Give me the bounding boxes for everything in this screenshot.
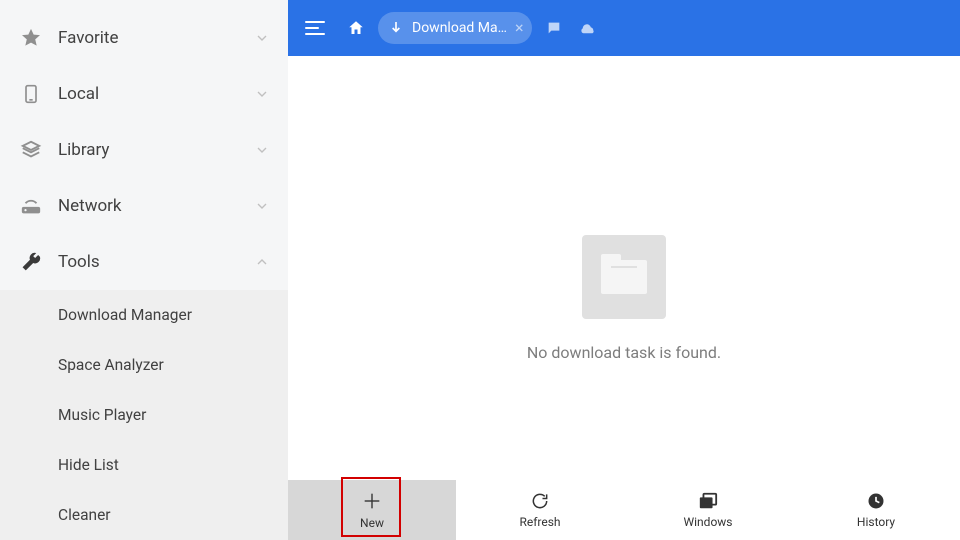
chevron-up-icon — [254, 254, 270, 270]
sidebar-tools-submenu: Download Manager Space Analyzer Music Pl… — [0, 290, 288, 540]
sub-item-space-analyzer[interactable]: Space Analyzer — [0, 340, 288, 390]
sidebar-item-label: Local — [58, 84, 254, 104]
sidebar-item-network[interactable]: Network — [0, 178, 288, 234]
sidebar: Favorite Local Library — [0, 0, 288, 540]
chat-icon[interactable] — [542, 16, 566, 40]
sub-item-hide-list[interactable]: Hide List — [0, 440, 288, 490]
bottom-item-label: New — [360, 516, 384, 530]
download-icon — [388, 20, 404, 36]
sub-item-label: Cleaner — [58, 506, 111, 524]
chevron-down-icon — [254, 142, 270, 158]
content-area: No download task is found. — [288, 56, 960, 540]
bottom-windows-button[interactable]: Windows — [624, 480, 792, 540]
home-icon[interactable] — [344, 16, 368, 40]
phone-icon — [18, 83, 44, 105]
bottom-bar: New Refresh Windows History — [288, 480, 960, 540]
bottom-new-button[interactable]: New — [288, 480, 456, 540]
app-root: Favorite Local Library — [0, 0, 960, 540]
tab-label: Download Ma… — [412, 20, 507, 36]
bottom-item-label: Windows — [683, 515, 732, 529]
sub-item-label: Hide List — [58, 456, 119, 474]
sub-item-label: Download Manager — [58, 306, 192, 324]
sidebar-item-label: Favorite — [58, 28, 254, 48]
top-bar: Download Ma… × — [288, 0, 960, 56]
sidebar-item-library[interactable]: Library — [0, 122, 288, 178]
sub-item-label: Music Player — [58, 406, 146, 424]
chevron-down-icon — [254, 86, 270, 102]
tab-download-manager[interactable]: Download Ma… × — [378, 12, 532, 44]
sidebar-item-tools[interactable]: Tools — [0, 234, 288, 290]
star-icon — [18, 27, 44, 49]
sidebar-item-label: Network — [58, 196, 254, 216]
hamburger-icon — [305, 21, 325, 35]
sub-item-cleaner[interactable]: Cleaner — [0, 490, 288, 540]
menu-button[interactable] — [296, 9, 334, 47]
empty-message: No download task is found. — [527, 343, 721, 362]
sidebar-item-favorite[interactable]: Favorite — [0, 10, 288, 66]
close-icon[interactable]: × — [515, 20, 524, 36]
sidebar-item-label: Tools — [58, 252, 254, 272]
windows-icon — [697, 491, 719, 511]
sub-item-music-player[interactable]: Music Player — [0, 390, 288, 440]
bottom-history-button[interactable]: History — [792, 480, 960, 540]
bottom-item-label: History — [857, 515, 895, 529]
main-area: Download Ma… × No download task is found… — [288, 0, 960, 540]
refresh-icon — [530, 491, 550, 511]
bottom-refresh-button[interactable]: Refresh — [456, 480, 624, 540]
sidebar-item-local[interactable]: Local — [0, 66, 288, 122]
history-icon — [866, 491, 886, 511]
sidebar-item-label: Library — [58, 140, 254, 160]
wrench-icon — [18, 251, 44, 273]
cloud-icon[interactable] — [576, 16, 600, 40]
chevron-down-icon — [254, 30, 270, 46]
sub-item-label: Space Analyzer — [58, 356, 164, 374]
bottom-item-label: Refresh — [519, 515, 560, 529]
library-icon — [18, 139, 44, 161]
empty-folder-icon — [582, 235, 666, 319]
sub-item-download-manager[interactable]: Download Manager — [0, 290, 288, 340]
chevron-down-icon — [254, 198, 270, 214]
plus-icon — [361, 490, 383, 512]
network-icon — [18, 196, 44, 216]
